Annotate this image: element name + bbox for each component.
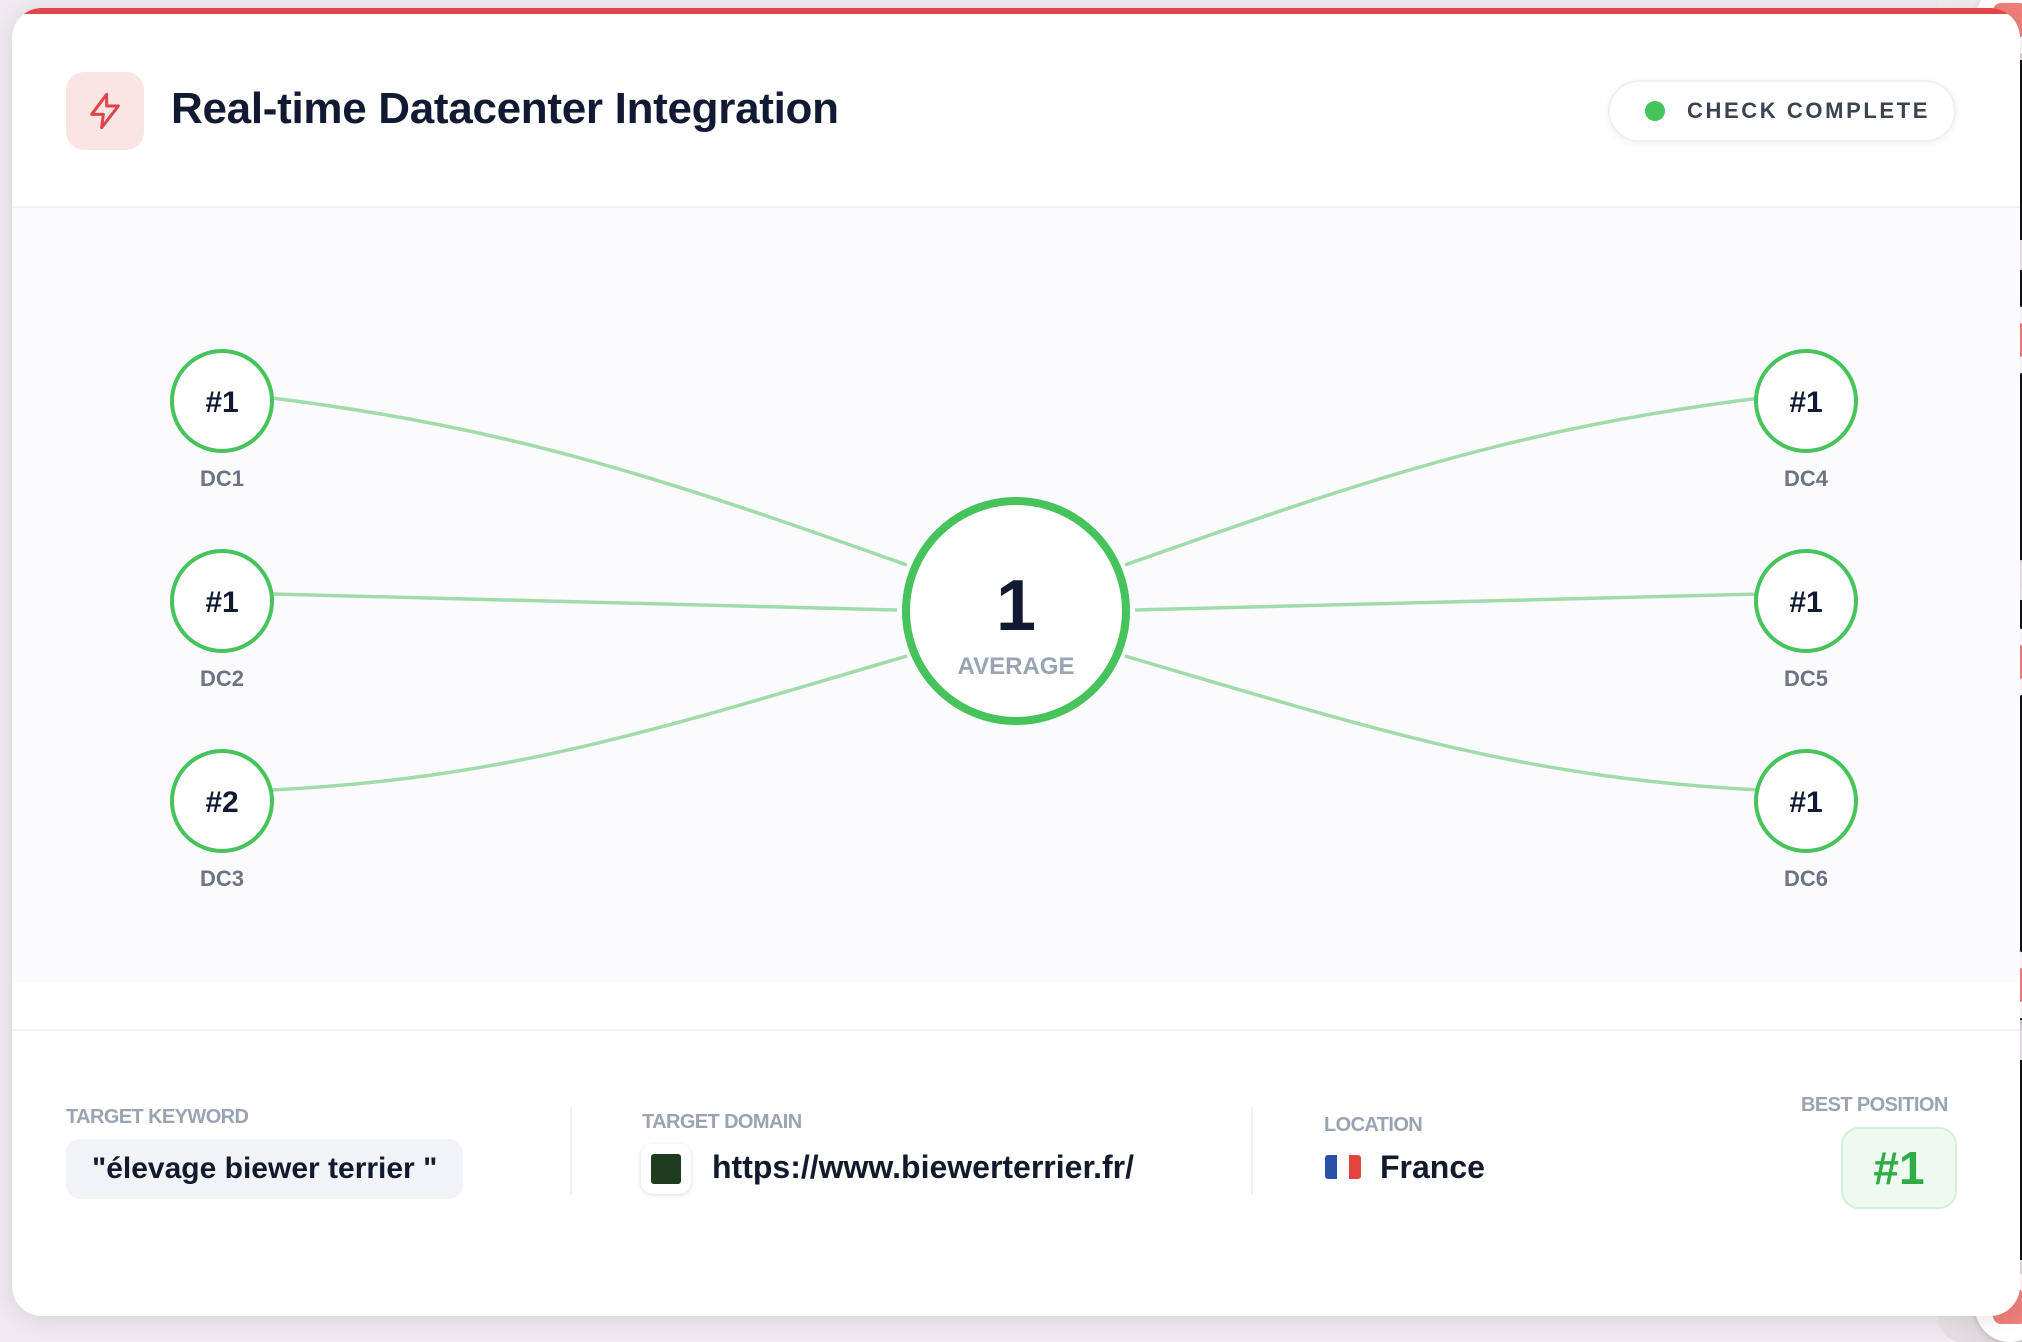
dc-rank: #1: [1789, 386, 1822, 419]
connector-line-dc1: [271, 396, 908, 567]
card-footer: TARGET KEYWORD "élevage biewer terrier "…: [12, 1029, 2020, 1316]
connector-line-dc5: [1134, 592, 1761, 612]
dc-rank: #1: [1789, 786, 1822, 819]
datacenter-integration-card: Real-time Datacenter Integration CHECK C…: [12, 8, 2020, 1316]
keyword-pill: "élevage biewer terrier ": [66, 1139, 464, 1199]
connector-line-dc3: [271, 654, 908, 792]
dc-rank: #1: [1789, 586, 1822, 619]
status-dot-icon: [1645, 101, 1665, 121]
dc-label: DC1: [200, 466, 244, 491]
dc-label: DC5: [1784, 666, 1828, 691]
keyword-label: TARGET KEYWORD: [66, 1106, 249, 1128]
dc-rank: #1: [205, 386, 238, 419]
dc-rank: #1: [205, 586, 238, 619]
dc-label: DC4: [1784, 466, 1829, 491]
dc-label: DC6: [1784, 866, 1828, 891]
datacenter-diagram: 1 AVERAGE #1 DC1 #1 DC2 #2 DC3 #1 DC4 #1…: [12, 208, 2020, 983]
status-text: CHECK COMPLETE: [1687, 98, 1930, 123]
page-title: Real-time Datacenter Integration: [171, 84, 839, 133]
dc-node[interactable]: #1 DC6: [1754, 749, 1858, 891]
bolt-icon: [66, 72, 144, 150]
dc-node[interactable]: #1 DC1: [170, 349, 274, 491]
card-header: Real-time Datacenter Integration CHECK C…: [12, 14, 2020, 208]
best-position-label: BEST POSITION: [1801, 1094, 1948, 1116]
dc-node[interactable]: #1 DC2: [170, 549, 274, 691]
site-favicon-icon: [641, 1144, 691, 1194]
location-value: France: [1380, 1149, 1485, 1185]
best-position-badge: #1: [1841, 1127, 1957, 1209]
connector-line-dc4: [1124, 396, 1761, 567]
dc-node[interactable]: #2 DC3: [170, 749, 274, 891]
connector-line-dc6: [1124, 654, 1761, 792]
footer-divider: [570, 1107, 572, 1195]
dc-rank: #2: [205, 786, 238, 819]
average-label: AVERAGE: [958, 653, 1075, 680]
connector-line-dc2: [271, 592, 898, 612]
france-flag-icon: [1325, 1155, 1361, 1179]
domain-label: TARGET DOMAIN: [642, 1111, 802, 1133]
status-badge: CHECK COMPLETE: [1608, 80, 1956, 142]
average-value: 1: [996, 566, 1036, 646]
dc-label: DC2: [200, 666, 244, 691]
dc-node[interactable]: #1 DC5: [1754, 549, 1858, 691]
dc-label: DC3: [200, 866, 244, 891]
location-label: LOCATION: [1324, 1114, 1423, 1136]
footer-divider: [1251, 1107, 1253, 1195]
domain-link[interactable]: https://www.biewerterrier.fr/: [712, 1149, 1134, 1186]
dc-node[interactable]: #1 DC4: [1754, 349, 1858, 491]
